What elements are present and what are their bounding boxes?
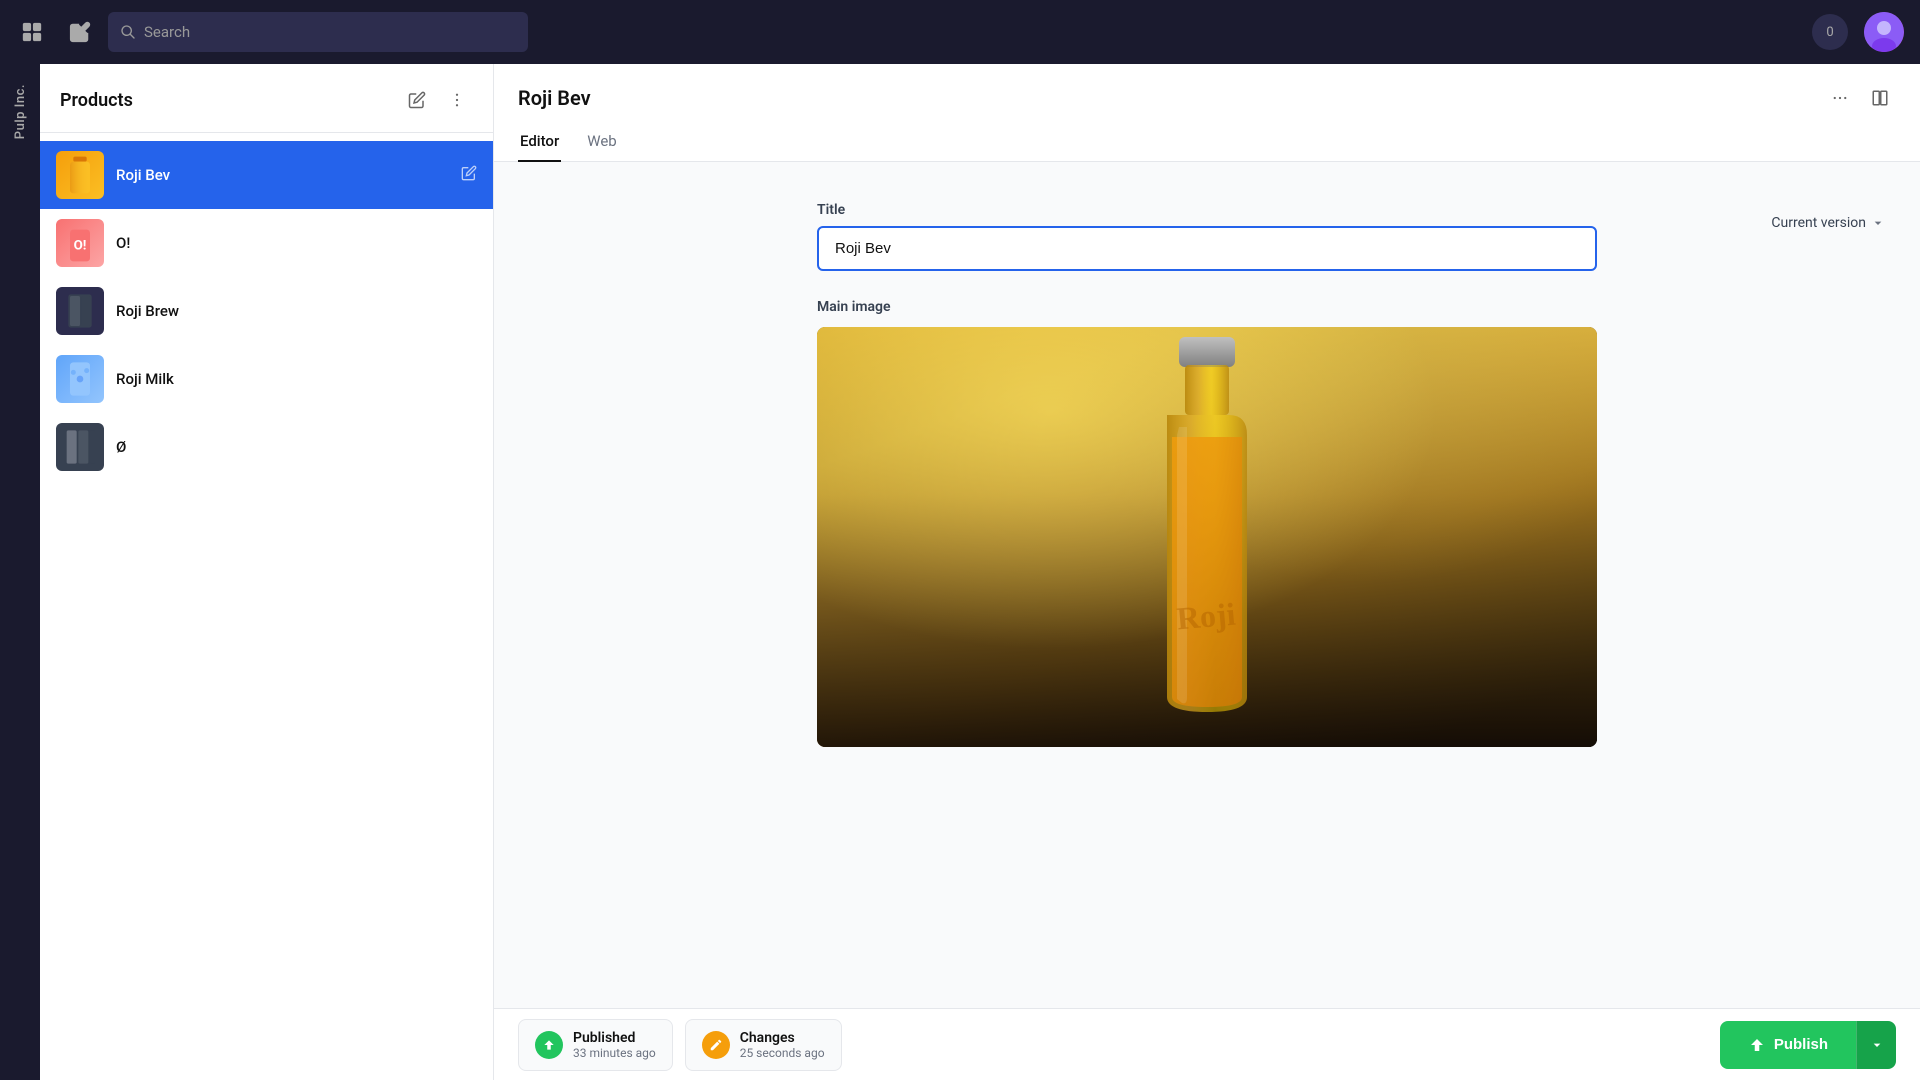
content-title: Roji Bev [518,86,1824,110]
more-options-button[interactable] [441,84,473,116]
version-label: Current version [1771,215,1866,231]
products-header-icons [401,84,473,116]
product-thumbnail [56,287,104,335]
beverage-image: Roji [817,327,1597,747]
search-placeholder: Search [144,23,190,41]
list-item[interactable]: Ø [40,413,493,481]
product-name: O! [116,234,449,252]
changes-dot [702,1031,730,1059]
products-title: Products [60,90,401,111]
notification-badge[interactable]: 0 [1812,14,1848,50]
changes-time: 25 seconds ago [740,1046,825,1060]
chevron-down-icon [1869,1037,1885,1053]
changes-text: Changes 25 seconds ago [740,1030,825,1060]
product-list: Roji Bev O! [40,133,493,1080]
tab-editor[interactable]: Editor [518,122,561,162]
product-name: Roji Brew [116,302,449,320]
main-image-container: Roji [817,327,1597,747]
brand-sidebar: Pulp Inc. [0,64,40,1080]
brand-label: Pulp Inc. [13,84,28,139]
svg-text:O!: O! [74,239,87,254]
nav-right: 0 [1812,12,1904,52]
published-status: Published 33 minutes ago [518,1019,673,1071]
version-selector[interactable]: Current version [1761,209,1896,237]
svg-text:Roji: Roji [1175,596,1237,637]
more-options-button[interactable] [1824,82,1856,114]
avatar[interactable] [1864,12,1904,52]
title-label: Title [817,202,1597,218]
publish-button[interactable]: Publish [1720,1021,1856,1069]
list-item[interactable]: Roji Brew [40,277,493,345]
published-label: Published [573,1030,656,1046]
published-dot [535,1031,563,1059]
product-thumbnail: O! [56,219,104,267]
product-name: Roji Bev [116,166,449,184]
edit-changes-icon [709,1038,723,1052]
main-layout: Pulp Inc. Products [0,64,1920,1080]
product-thumbnail [56,151,104,199]
publish-dropdown-button[interactable] [1856,1021,1896,1069]
editor-area: Title Main image [494,162,1920,1008]
changes-label: Changes [740,1030,825,1046]
upload-icon [542,1038,556,1052]
add-product-button[interactable] [401,84,433,116]
publish-icon [1748,1036,1766,1054]
editor-content: Title Main image [777,202,1637,747]
chevron-down-icon [1870,215,1886,231]
status-bar: Published 33 minutes ago Changes 25 seco… [494,1008,1920,1080]
edit-icon[interactable] [64,16,96,48]
main-image-label: Main image [817,299,1597,315]
content-header-top: Roji Bev [518,64,1896,114]
products-header: Products [40,64,493,133]
product-thumbnail [56,423,104,471]
app-logo-icon[interactable] [16,16,48,48]
split-view-button[interactable] [1864,82,1896,114]
product-name: Roji Milk [116,370,449,388]
changes-status[interactable]: Changes 25 seconds ago [685,1019,842,1071]
list-item[interactable]: O! O! [40,209,493,277]
product-name: Ø [116,438,449,456]
published-time: 33 minutes ago [573,1046,656,1060]
content-tabs: Editor Web [518,114,1896,161]
list-item[interactable]: Roji Milk [40,345,493,413]
bottle-illustration: Roji [1107,338,1307,737]
title-input[interactable] [817,226,1597,271]
products-sidebar: Products [40,64,494,1080]
publish-actions: Publish [1720,1021,1896,1069]
tab-web[interactable]: Web [585,122,618,162]
top-navigation: Search 0 [0,0,1920,64]
content-header: Roji Bev Editor [494,64,1920,162]
product-thumbnail [56,355,104,403]
publish-label: Publish [1774,1036,1828,1053]
search-icon [120,24,136,40]
search-bar[interactable]: Search [108,12,528,52]
edit-product-icon[interactable] [461,165,477,185]
content-area: Roji Bev Editor [494,64,1920,1080]
content-header-actions [1824,82,1896,114]
published-text: Published 33 minutes ago [573,1030,656,1060]
list-item[interactable]: Roji Bev [40,141,493,209]
